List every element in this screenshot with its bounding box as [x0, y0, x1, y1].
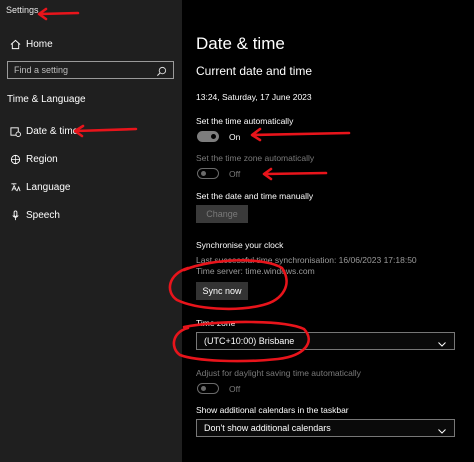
search-input[interactable]	[14, 62, 144, 78]
sync-now-button[interactable]: Sync now	[196, 282, 248, 300]
time-zone-label: Time zone	[196, 318, 236, 328]
sidebar-item-label: Region	[26, 153, 58, 165]
set-manual-label: Set the date and time manually	[196, 191, 314, 201]
sidebar-item-label: Home	[26, 38, 53, 50]
set-time-auto-state: On	[229, 132, 241, 142]
time-server-text: Time server: time.windows.com	[196, 266, 315, 276]
calendars-label: Show additional calendars in the taskbar	[196, 405, 349, 415]
calendar-clock-icon	[4, 126, 26, 137]
calendars-select[interactable]: Don't show additional calendars	[196, 419, 455, 437]
set-timezone-auto-label: Set the time zone automatically	[196, 153, 315, 163]
page-title: Date & time	[196, 34, 285, 53]
set-time-auto-toggle[interactable]	[197, 131, 219, 142]
time-zone-select[interactable]: (UTC+10:00) Brisbane	[196, 332, 455, 350]
current-date-time-heading: Current date and time	[196, 64, 313, 78]
dst-toggle[interactable]	[197, 383, 219, 394]
chevron-down-icon	[437, 423, 447, 441]
sidebar-section-label: Time & Language	[7, 94, 86, 105]
chevron-down-icon	[437, 336, 447, 354]
dst-state: Off	[229, 384, 241, 394]
set-time-auto-label: Set the time automatically	[196, 116, 294, 126]
language-icon	[4, 182, 26, 193]
sidebar-item-label: Speech	[26, 209, 60, 221]
sidebar-item-home[interactable]: Home	[0, 32, 182, 56]
sidebar-item-region[interactable]: Region	[0, 147, 182, 171]
toggle-knob	[201, 386, 206, 391]
set-timezone-auto-toggle[interactable]	[197, 168, 219, 179]
last-sync-text: Last successful time synchronisation: 16…	[196, 255, 417, 265]
current-date-time: 13:24, Saturday, 17 June 2023	[196, 92, 312, 102]
globe-icon	[4, 154, 26, 165]
sidebar-item-date-time[interactable]: Date & time	[0, 119, 182, 143]
sidebar-item-label: Date & time	[26, 125, 79, 137]
microphone-icon	[4, 209, 26, 221]
sidebar-item-language[interactable]: Language	[0, 175, 182, 199]
sidebar-item-label: Language	[26, 181, 71, 193]
home-icon	[4, 39, 26, 50]
calendars-value: Don't show additional calendars	[204, 423, 331, 433]
window-title: Settings	[6, 5, 39, 15]
dst-label: Adjust for daylight saving time automati…	[196, 368, 361, 378]
set-timezone-auto-state: Off	[229, 169, 241, 179]
change-button[interactable]: Change	[196, 205, 248, 223]
search-box[interactable]	[7, 61, 174, 79]
time-zone-value: (UTC+10:00) Brisbane	[204, 336, 295, 346]
sidebar-item-speech[interactable]: Speech	[0, 203, 182, 227]
search-icon[interactable]	[156, 64, 167, 82]
toggle-knob	[211, 134, 216, 139]
sync-heading: Synchronise your clock	[196, 240, 284, 250]
toggle-knob	[201, 171, 206, 176]
